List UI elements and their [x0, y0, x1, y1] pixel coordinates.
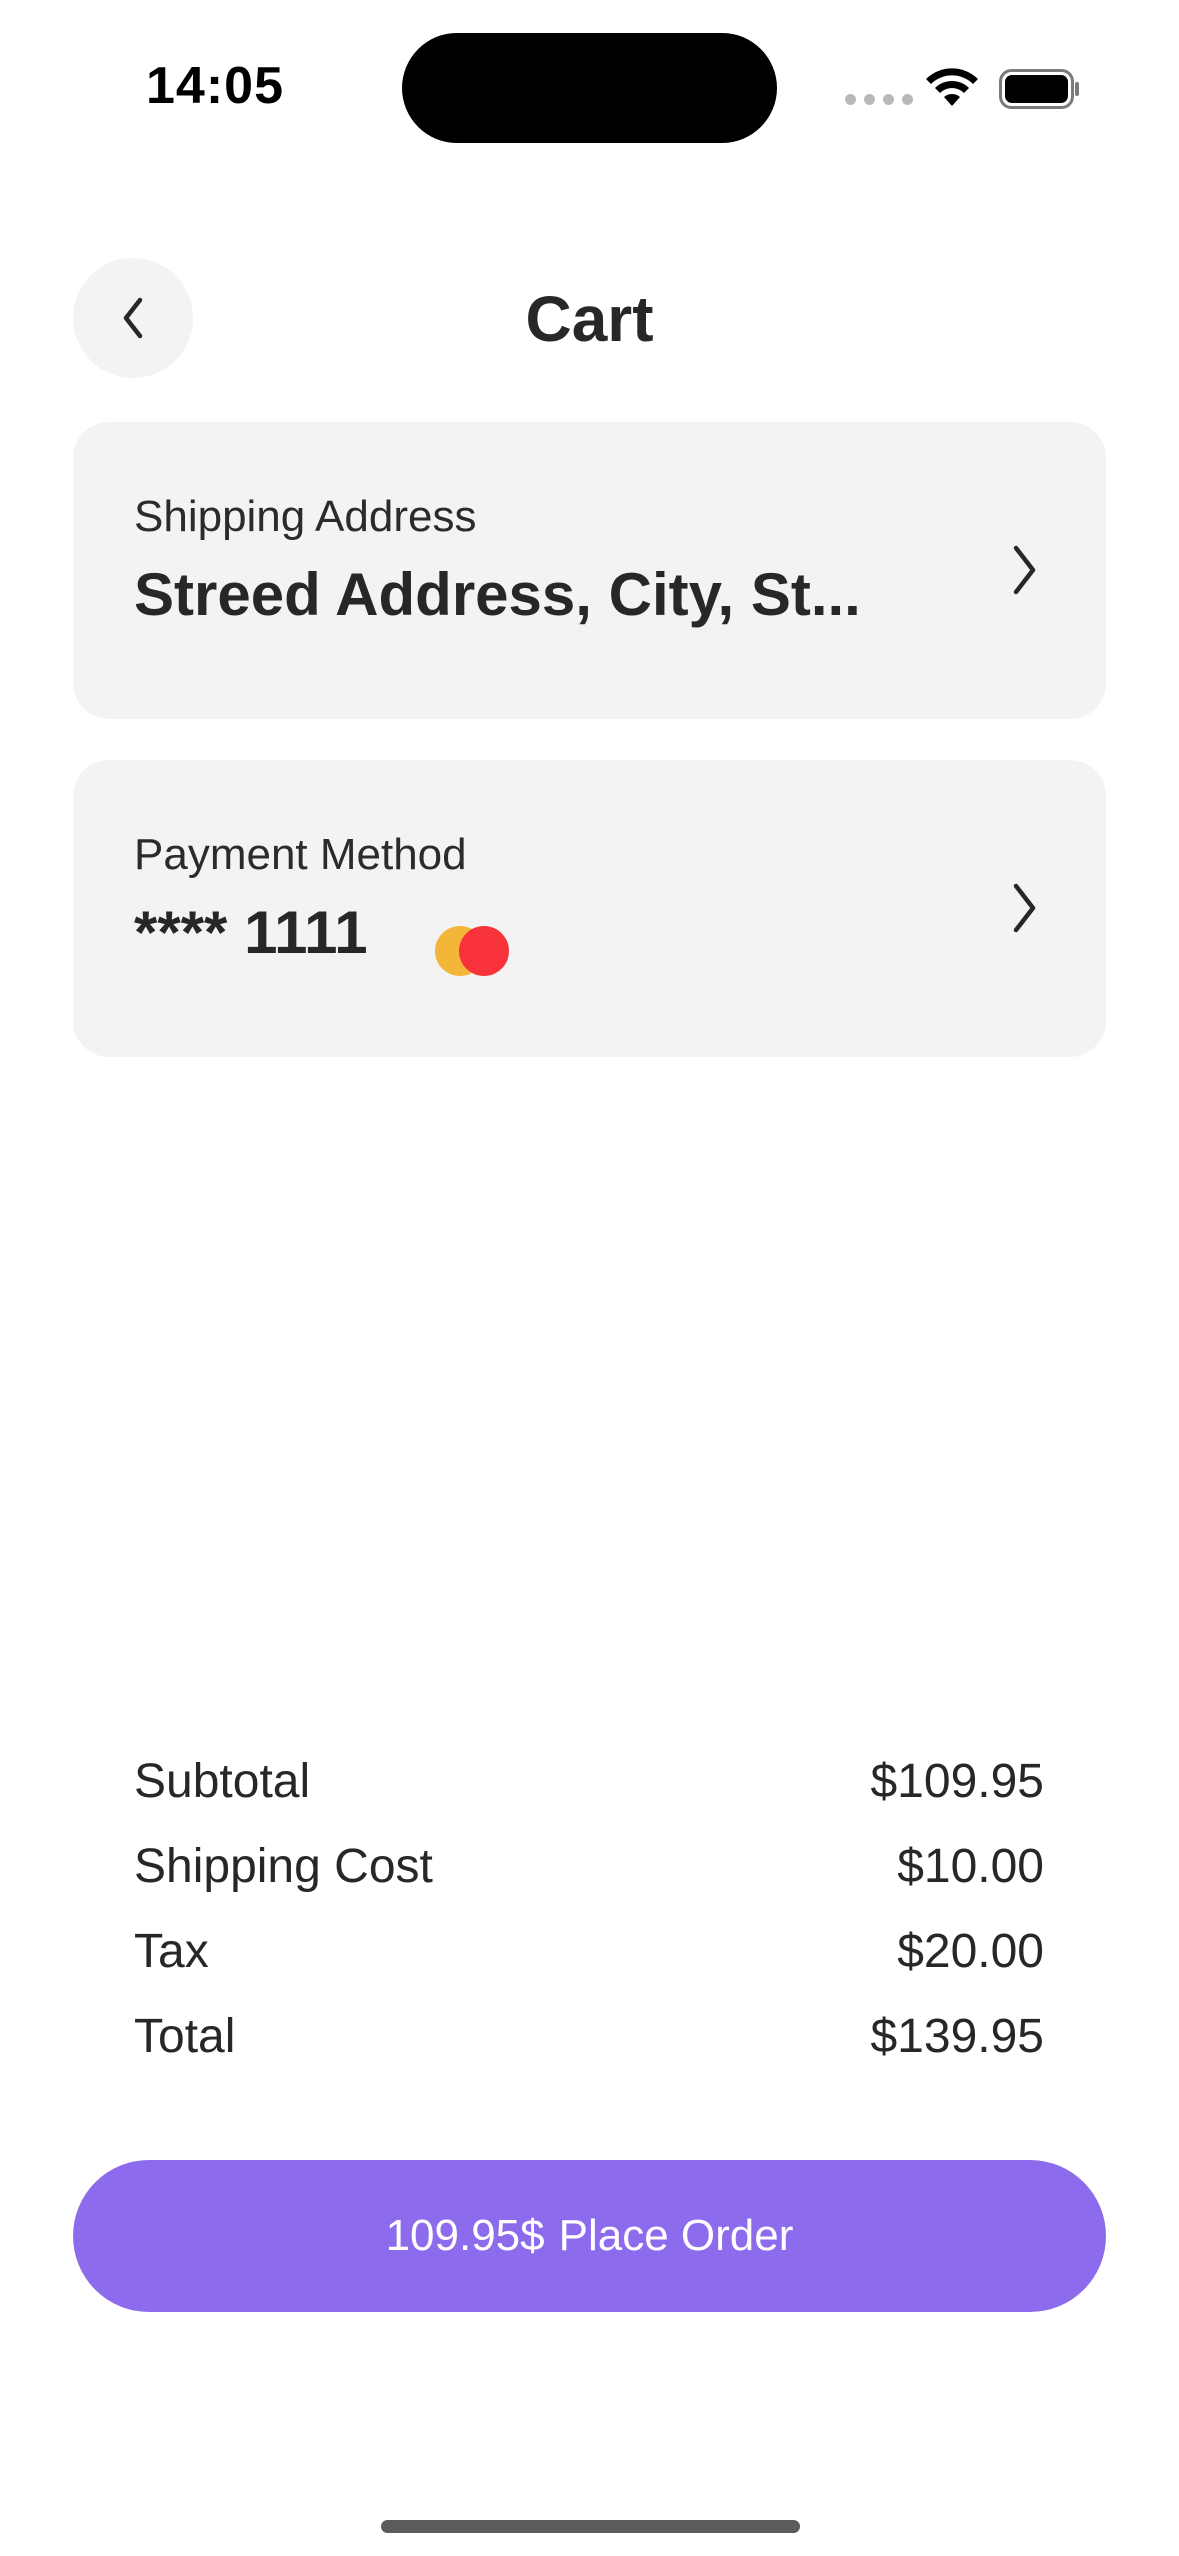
- order-amount: 109.95$: [385, 2211, 545, 2260]
- status-time: 14:05: [146, 57, 284, 115]
- summary-row-total: Total $139.95: [134, 1999, 1044, 2084]
- summary-row-tax: Tax $20.00: [134, 1914, 1044, 1999]
- payment-method-card[interactable]: Payment Method **** 1111: [73, 760, 1106, 1057]
- summary-value: $109.95: [870, 1755, 1044, 1808]
- home-indicator[interactable]: [381, 2520, 800, 2533]
- shipping-address-card[interactable]: Shipping Address Streed Address, City, S…: [73, 422, 1106, 719]
- place-order-button[interactable]: 109.95$ Place Order: [73, 2160, 1106, 2312]
- summary-value: $20.00: [897, 1925, 1044, 1978]
- summary-value: $139.95: [870, 2010, 1044, 2063]
- chevron-right-icon: [1013, 883, 1036, 933]
- summary-label: Tax: [134, 1925, 209, 1978]
- shipping-address-value: Streed Address, City, St...: [134, 561, 861, 628]
- summary-value: $10.00: [897, 1840, 1044, 1893]
- summary-label: Shipping Cost: [134, 1840, 433, 1893]
- page-title: Cart: [525, 283, 654, 355]
- dynamic-island: [402, 33, 777, 143]
- chevron-right-icon: [1013, 545, 1036, 595]
- payment-method-value: **** 1111: [134, 899, 368, 966]
- battery-icon: [999, 69, 1079, 109]
- summary-row-shipping-cost: Shipping Cost $10.00: [134, 1829, 1044, 1914]
- shipping-address-label: Shipping Address: [134, 492, 477, 541]
- mastercard-icon: [435, 926, 509, 976]
- place-order-label: Place Order: [558, 2211, 794, 2260]
- cellular-signal-icon: [845, 94, 913, 105]
- summary-row-subtotal: Subtotal $109.95: [134, 1744, 1044, 1829]
- summary-label: Total: [134, 2010, 236, 2063]
- payment-method-label: Payment Method: [134, 830, 467, 879]
- summary-label: Subtotal: [134, 1755, 311, 1808]
- order-summary: Subtotal $109.95 Shipping Cost $10.00 Ta…: [134, 1744, 1044, 2084]
- wifi-icon: [926, 68, 978, 106]
